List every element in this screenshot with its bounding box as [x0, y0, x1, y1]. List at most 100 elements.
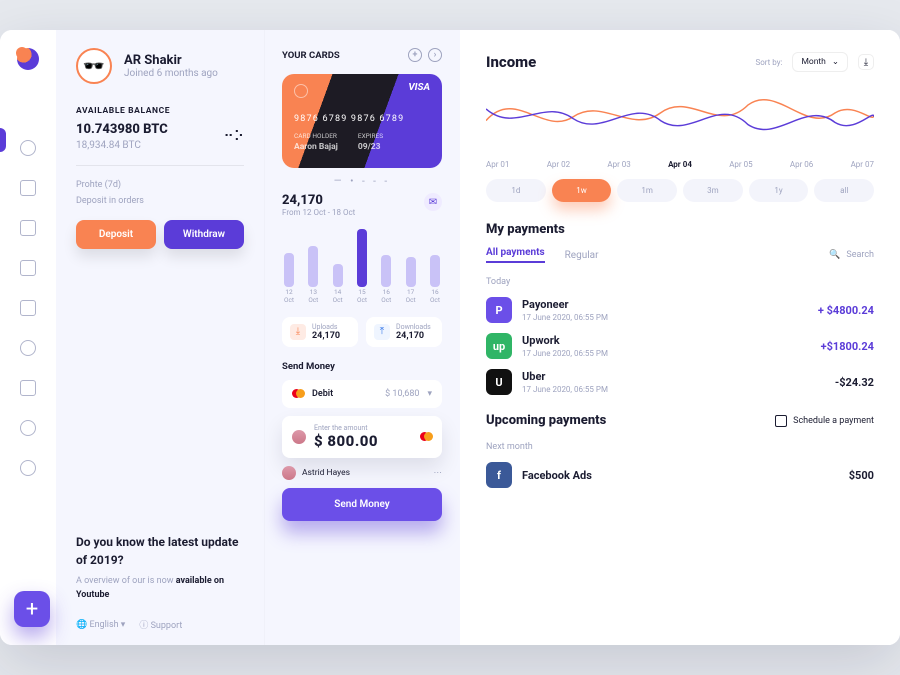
deposit-button[interactable]: Deposit: [76, 220, 156, 249]
sortby-label: Sort by:: [755, 58, 782, 67]
upcoming-list: fFacebook Ads$500: [486, 452, 874, 488]
range-chip[interactable]: 1d: [486, 179, 546, 202]
bar[interactable]: [308, 246, 318, 287]
support-link[interactable]: ⓘ Support: [139, 618, 182, 631]
sidebar: +: [0, 30, 56, 645]
language-switch[interactable]: 🌐 English ▾: [76, 620, 125, 630]
range-chip[interactable]: 1w: [552, 179, 612, 202]
clock-icon[interactable]: [20, 420, 36, 436]
bar-label: 12Oct: [283, 289, 295, 305]
card-pager: — • - - -: [282, 176, 442, 187]
bar[interactable]: [381, 255, 391, 287]
bar[interactable]: [406, 257, 416, 287]
dashboard-icon[interactable]: [20, 140, 36, 156]
amount-input[interactable]: Enter the amount $ 800.00: [282, 416, 442, 458]
downloads-card: ⤒ Downloads24,170: [366, 317, 442, 347]
uploads-label: Uploads: [312, 323, 340, 331]
recipient-name: Astrid Hayes: [302, 468, 350, 478]
recipient-avatar-icon: [282, 466, 296, 480]
bar-label: 15Oct: [356, 289, 368, 305]
tab-all-payments[interactable]: All payments: [486, 247, 545, 263]
notes-icon[interactable]: [20, 300, 36, 316]
payment-row[interactable]: fFacebook Ads$500: [486, 462, 874, 488]
sort-select[interactable]: Month ⌄: [792, 52, 848, 72]
uploads-value: 24,170: [312, 331, 340, 341]
debit-select[interactable]: Debit $ 10,680 ▾: [282, 380, 442, 408]
payment-row[interactable]: upUpwork17 June 2020, 06:55 PM+$1800.24: [486, 333, 874, 359]
amount-label: Enter the amount: [314, 424, 412, 432]
download-chart-button[interactable]: ⤓: [858, 54, 874, 70]
calendar-icon[interactable]: [20, 220, 36, 236]
bar-label: 14Oct: [332, 289, 344, 305]
axis-tick: Apr 01: [486, 160, 509, 169]
next-card-button[interactable]: ›: [428, 48, 442, 62]
payment-amount: -$24.32: [835, 376, 874, 389]
payment-amount: + $4800.24: [818, 304, 874, 317]
bar[interactable]: [284, 253, 294, 287]
range-chip[interactable]: all: [814, 179, 874, 202]
bar-label: 16Oct: [429, 289, 441, 305]
mastercard-small-icon: [420, 431, 432, 443]
tab-regular[interactable]: Regular: [565, 250, 599, 261]
payment-app-icon: P: [486, 297, 512, 323]
axis-tick: Apr 07: [851, 160, 874, 169]
more-icon[interactable]: ⋯: [434, 468, 443, 478]
credit-card[interactable]: VISA 9876 6789 9876 6789 CARD HOLDERAaro…: [282, 74, 442, 168]
bar-chart-labels: 12Oct13Oct14Oct15Oct16Oct17Oct16Oct: [283, 289, 441, 305]
payment-row[interactable]: PPayoneer17 June 2020, 06:55 PM+ $4800.2…: [486, 297, 874, 323]
downloads-label: Downloads: [396, 323, 431, 331]
axis-tick: Apr 05: [729, 160, 752, 169]
bar[interactable]: [357, 229, 367, 287]
settings-icon[interactable]: [20, 460, 36, 476]
axis-tick: Apr 02: [547, 160, 570, 169]
withdraw-button[interactable]: Withdraw: [164, 220, 244, 249]
nav: [20, 140, 36, 476]
wallet-icon[interactable]: [20, 180, 36, 196]
search-input[interactable]: 🔍 Search: [829, 250, 874, 260]
bar[interactable]: [333, 264, 343, 287]
profile-panel: 🕶️ AR Shakir Joined 6 months ago AVAILAB…: [56, 30, 264, 645]
upcoming-title: Upcoming payments: [486, 413, 606, 428]
range-chips: 1d 1w1m 3m 1yall: [486, 179, 874, 202]
messages-icon[interactable]: ✉: [424, 193, 442, 211]
briefcase-icon[interactable]: [20, 260, 36, 276]
bar-label: 17Oct: [405, 289, 417, 305]
expiry-value: 09/23: [358, 142, 383, 152]
download-icon: ⤒: [374, 324, 390, 340]
income-panel: Income Sort by: Month ⌄ ⤓ Apr 01Apr 02Ap…: [460, 30, 900, 645]
bar-label: 16Oct: [380, 289, 392, 305]
cards-title: YOUR CARDS: [282, 50, 340, 61]
send-money-button[interactable]: Send Money: [282, 488, 442, 521]
payment-row[interactable]: UUber17 June 2020, 06:55 PM-$24.32: [486, 369, 874, 395]
my-payments-title: My payments: [486, 222, 874, 237]
sidebar-active-indicator: [0, 128, 6, 152]
range-chip[interactable]: 1m: [617, 179, 677, 202]
schedule-label: Schedule a payment: [793, 416, 874, 426]
search-placeholder: Search: [846, 250, 874, 260]
avatar[interactable]: 🕶️: [76, 48, 112, 84]
uploads-card: ⤓ Uploads24,170: [282, 317, 358, 347]
range-chip[interactable]: 3m: [683, 179, 743, 202]
payment-name: Payoneer: [522, 298, 608, 311]
card-icon[interactable]: [20, 380, 36, 396]
axis-tick: Apr 04: [668, 160, 692, 169]
add-card-button[interactable]: +: [408, 48, 422, 62]
app-window: + 🕶️ AR Shakir Joined 6 months ago AVAIL…: [0, 30, 900, 645]
sort-value: Month: [801, 57, 825, 67]
payment-amount: +$1800.24: [821, 340, 874, 353]
axis-tick: Apr 06: [790, 160, 813, 169]
deposit-orders-label: Deposit in orders: [76, 196, 244, 206]
support-label: Support: [151, 621, 183, 631]
bar[interactable]: [430, 255, 440, 287]
contacts-icon[interactable]: [20, 340, 36, 356]
recipient-row[interactable]: Astrid Hayes ⋯: [282, 466, 442, 480]
weekly-bar-chart: [284, 229, 440, 287]
cards-panel: YOUR CARDS + › VISA 9876 6789 9876 6789 …: [264, 30, 460, 645]
calendar-icon: [775, 415, 787, 427]
profile-header: 🕶️ AR Shakir Joined 6 months ago: [76, 48, 244, 84]
schedule-payment-button[interactable]: Schedule a payment: [775, 415, 874, 427]
downloads-value: 24,170: [396, 331, 431, 341]
add-button[interactable]: +: [14, 591, 50, 627]
range-chip[interactable]: 1y: [749, 179, 809, 202]
promo-subtitle: A overview of our is now available on Yo…: [76, 575, 244, 602]
